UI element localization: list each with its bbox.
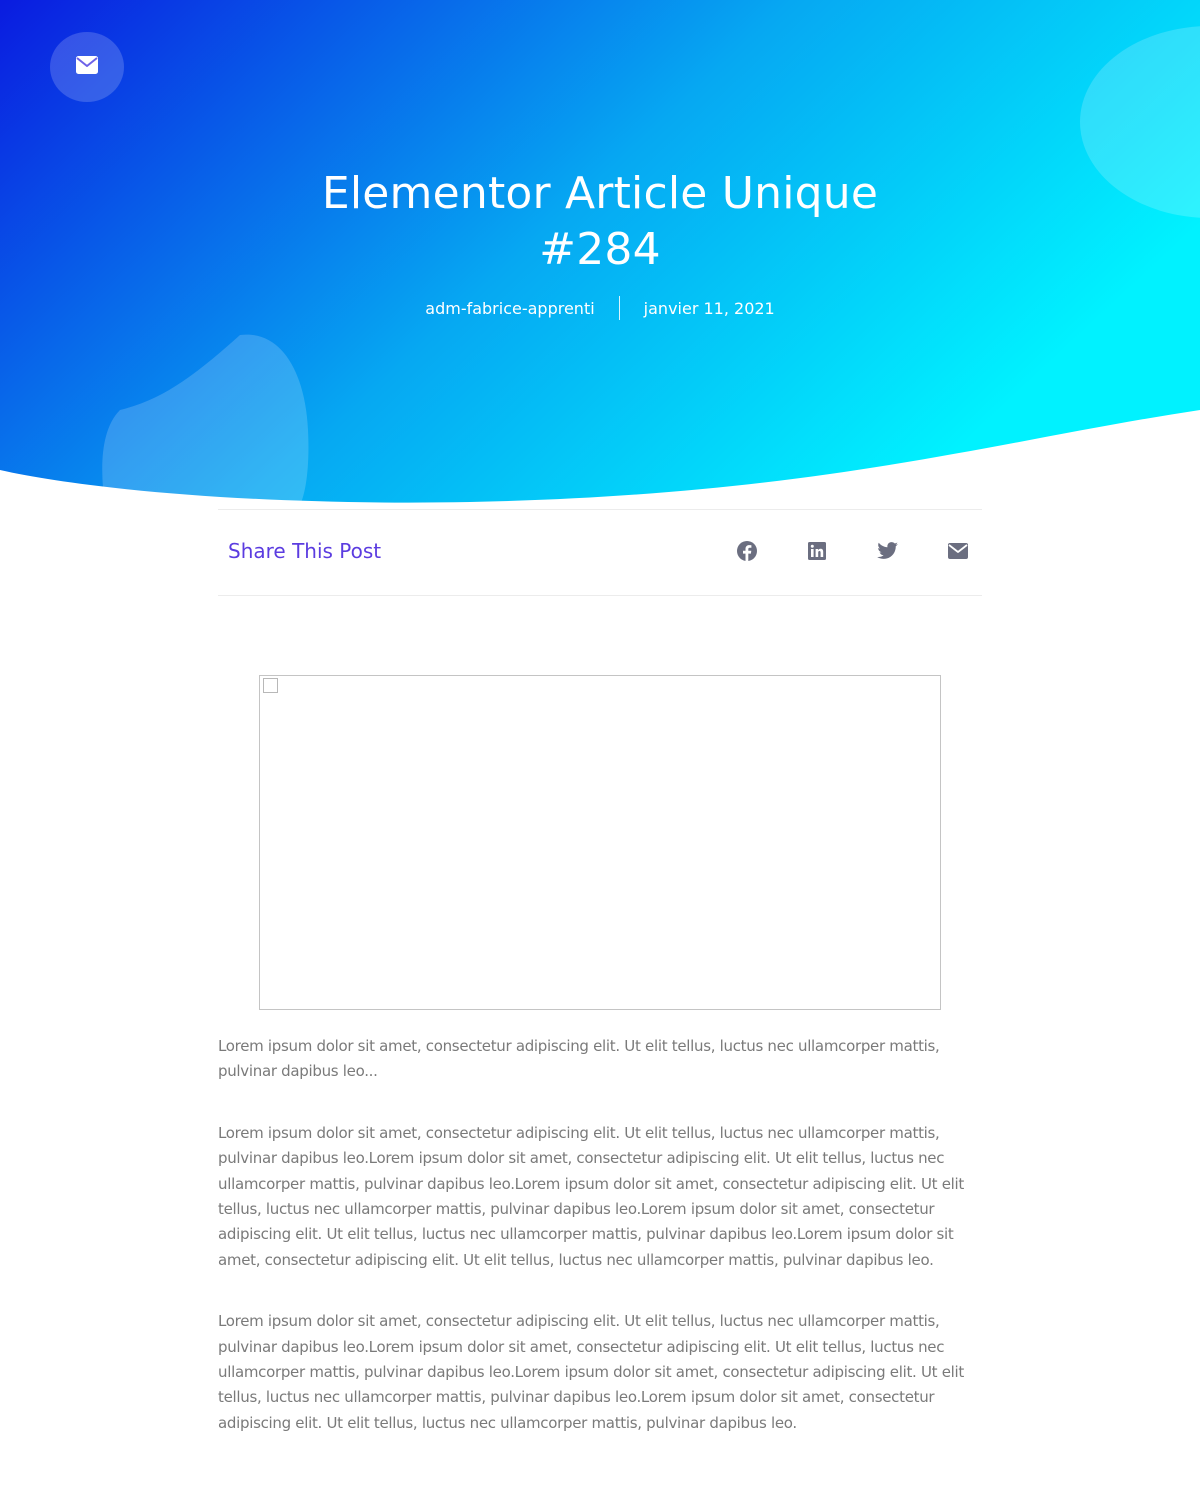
share-bar: Share This Post bbox=[218, 509, 982, 596]
facebook-icon bbox=[736, 540, 758, 566]
contact-button[interactable] bbox=[50, 32, 124, 102]
broken-image-icon bbox=[263, 678, 278, 693]
share-title: Share This Post bbox=[228, 539, 382, 563]
post-meta: adm-fabrice-apprenti janvier 11, 2021 bbox=[0, 296, 1200, 320]
email-share-button[interactable] bbox=[946, 541, 970, 565]
twitter-share-button[interactable] bbox=[876, 541, 900, 565]
twitter-icon bbox=[877, 542, 899, 564]
envelope-icon bbox=[75, 55, 99, 79]
page-title: Elementor Article Unique #284 bbox=[321, 168, 879, 275]
article-paragraph: Lorem ipsum dolor sit amet, consectetur … bbox=[218, 1312, 964, 1432]
post-author[interactable]: adm-fabrice-apprenti bbox=[425, 299, 618, 318]
article-paragraph: Lorem ipsum dolor sit amet, consectetur … bbox=[218, 1123, 964, 1269]
article-content: Lorem ipsum dolor sit amet, consectetur … bbox=[218, 1034, 982, 1472]
linkedin-icon bbox=[807, 541, 827, 565]
envelope-icon bbox=[947, 542, 969, 564]
featured-image bbox=[259, 675, 941, 1010]
article-paragraph: Lorem ipsum dolor sit amet, consectetur … bbox=[218, 1037, 940, 1081]
hero-section: Elementor Article Unique #284 adm-fabric… bbox=[0, 0, 1200, 505]
linkedin-share-button[interactable] bbox=[805, 541, 829, 565]
post-date: janvier 11, 2021 bbox=[643, 298, 775, 318]
facebook-share-button[interactable] bbox=[735, 541, 759, 565]
